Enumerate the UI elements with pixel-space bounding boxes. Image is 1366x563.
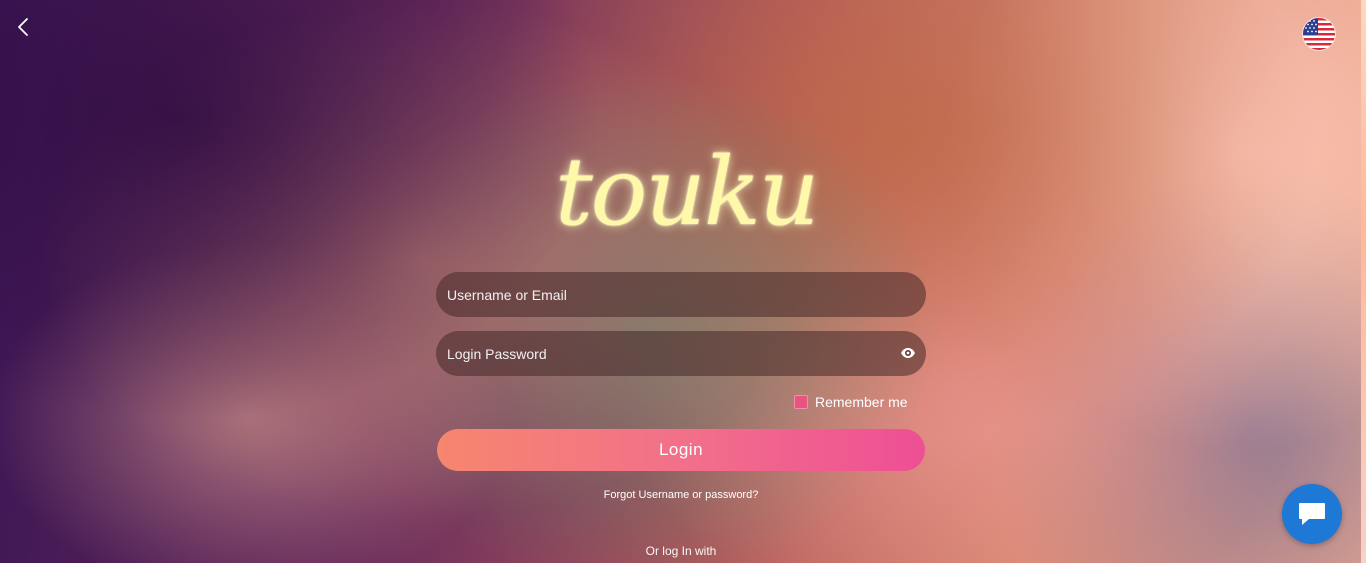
remember-me-label: Remember me: [815, 394, 908, 410]
password-input[interactable]: [436, 331, 926, 376]
username-field[interactable]: [436, 272, 926, 317]
remember-me-checkbox[interactable]: [794, 395, 808, 409]
chevron-left-icon: [18, 18, 28, 36]
chat-bubble-icon: [1299, 503, 1325, 525]
language-selector[interactable]: [1303, 18, 1335, 50]
login-page: touku Remember me Login Forgot Username …: [0, 0, 1366, 563]
forgot-credentials-link[interactable]: Forgot Username or password?: [436, 489, 926, 501]
remember-me-toggle[interactable]: Remember me: [794, 393, 908, 411]
brand-logo-text: touku: [555, 138, 819, 247]
login-button[interactable]: Login: [437, 429, 925, 471]
chat-button[interactable]: [1282, 484, 1342, 544]
brand-logo: touku: [555, 118, 819, 268]
password-field[interactable]: [436, 331, 926, 376]
scrollbar[interactable]: [1361, 0, 1366, 563]
username-input[interactable]: [436, 272, 926, 317]
us-flag-icon: [1303, 18, 1335, 50]
password-toggle-button[interactable]: [900, 345, 916, 361]
social-login-heading: Or log In with: [645, 544, 717, 558]
eye-icon: [901, 348, 915, 358]
back-button[interactable]: [14, 16, 34, 38]
